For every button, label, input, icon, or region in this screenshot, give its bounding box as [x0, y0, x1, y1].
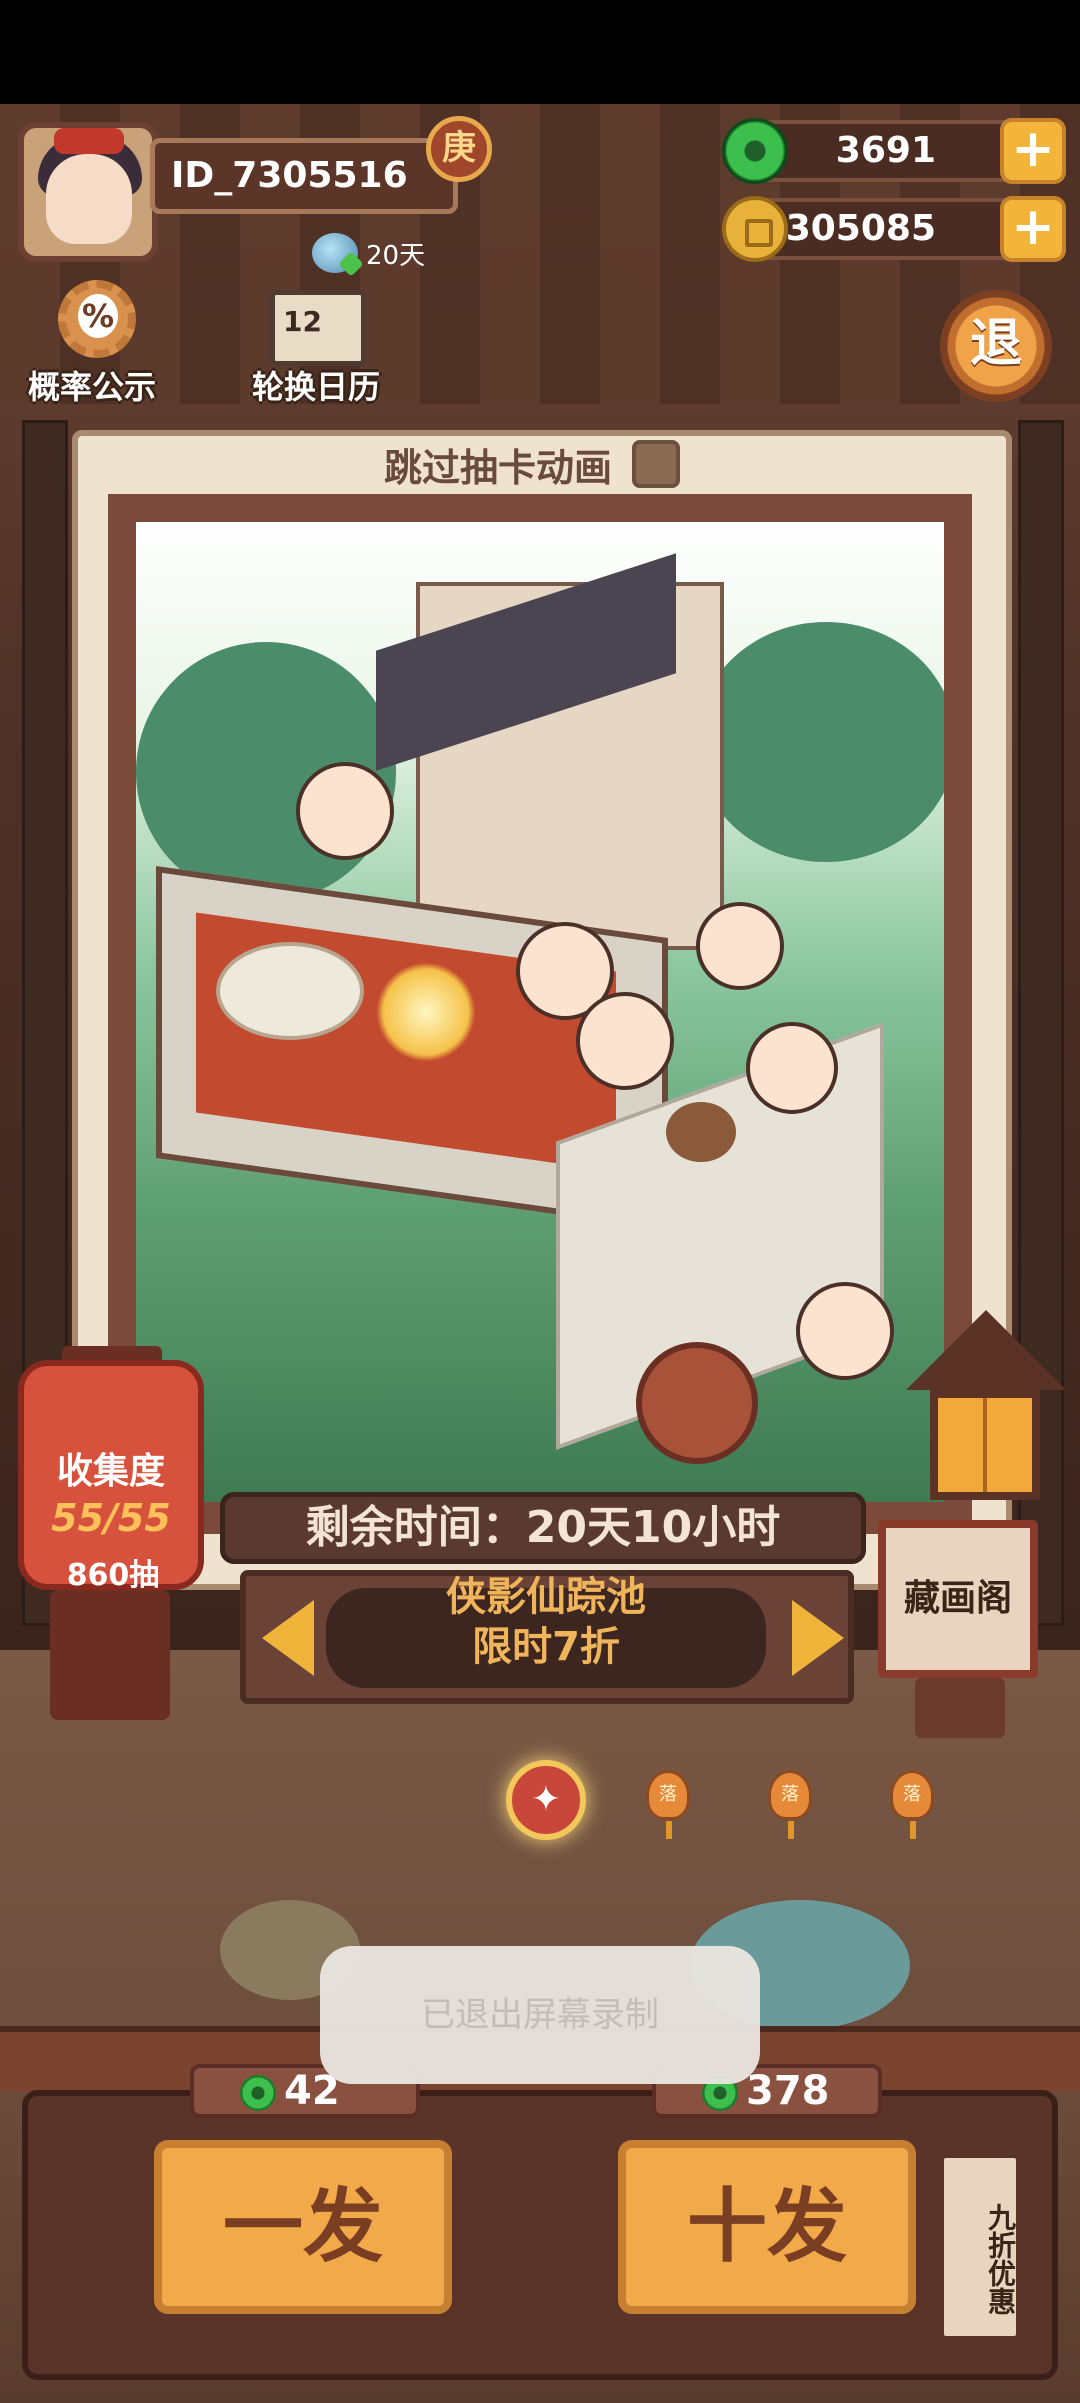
skip-animation-label: 跳过抽卡动画 [384, 445, 613, 490]
noodle-plate [216, 942, 364, 1040]
lantern-stand [50, 1590, 170, 1720]
character-man [746, 1022, 838, 1114]
page-dot[interactable]: 落 [890, 1770, 934, 1839]
clay-pot [636, 1342, 758, 1464]
pool-title: 侠影仙踪池 限时7折 [326, 1572, 766, 1672]
days-indicator: 20天 [312, 230, 425, 276]
painting-pavilion-button[interactable]: 藏画阁 [878, 1520, 1038, 1678]
discount-tag: 九折优惠 [940, 2154, 1020, 2340]
pool-name: 侠影仙踪池 [446, 1574, 646, 1620]
add-jade-button[interactable]: + [1000, 118, 1066, 184]
days-label: 20天 [366, 240, 426, 271]
collection-value: 55/55 [51, 1496, 171, 1540]
skip-animation-toggle[interactable]: 跳过抽卡动画 [384, 436, 681, 492]
ten-cost-value: 378 [746, 2068, 830, 2114]
pavilion-lamp [930, 1390, 1040, 1500]
pet-mole [666, 1102, 736, 1162]
page-dot-active[interactable] [506, 1760, 586, 1840]
character-girl [296, 762, 394, 860]
rank-badge: 庚 [426, 116, 492, 182]
probability-label[interactable]: 概率公示 [28, 362, 156, 408]
add-coin-button[interactable]: + [1000, 196, 1066, 262]
page-dot[interactable]: 落 [646, 1770, 690, 1839]
collection-title: 收集度 [56, 1451, 165, 1492]
skip-animation-checkbox[interactable] [632, 440, 681, 488]
draw-count: 860抽 [66, 1558, 160, 1593]
card-illustration [136, 522, 944, 1502]
coin-icon [722, 196, 788, 262]
pavilion-stand [915, 1678, 1005, 1738]
percent-icon: % [78, 294, 118, 338]
character-child [696, 902, 784, 990]
status-bar-area [0, 0, 1080, 104]
calendar-label[interactable]: 轮换日历 [252, 362, 380, 408]
page-dot[interactable]: 落 [768, 1770, 812, 1839]
ten-draw-button[interactable]: 十发 [618, 2140, 916, 2314]
jade-icon [722, 118, 788, 184]
probability-button[interactable]: % [46, 280, 146, 370]
player-id: ID_7305516 [150, 138, 458, 214]
exit-button[interactable]: 退 [940, 290, 1052, 402]
toast-message: 已退出屏幕录制 [320, 1946, 760, 2084]
calendar-icon[interactable]: 12 [270, 290, 366, 366]
tree-right [696, 622, 944, 862]
pool-discount: 限时7折 [472, 1624, 620, 1670]
remaining-time: 剩余时间：20天10小时 [220, 1492, 866, 1564]
character-blonde [796, 1282, 894, 1380]
character-boy [576, 992, 674, 1090]
single-draw-button[interactable]: 一发 [154, 2140, 452, 2314]
fire [376, 962, 476, 1062]
jade-icon [240, 2075, 276, 2111]
calendar-number: 12 [283, 305, 322, 338]
bottle-icon [312, 233, 358, 273]
player-avatar[interactable] [18, 122, 158, 262]
